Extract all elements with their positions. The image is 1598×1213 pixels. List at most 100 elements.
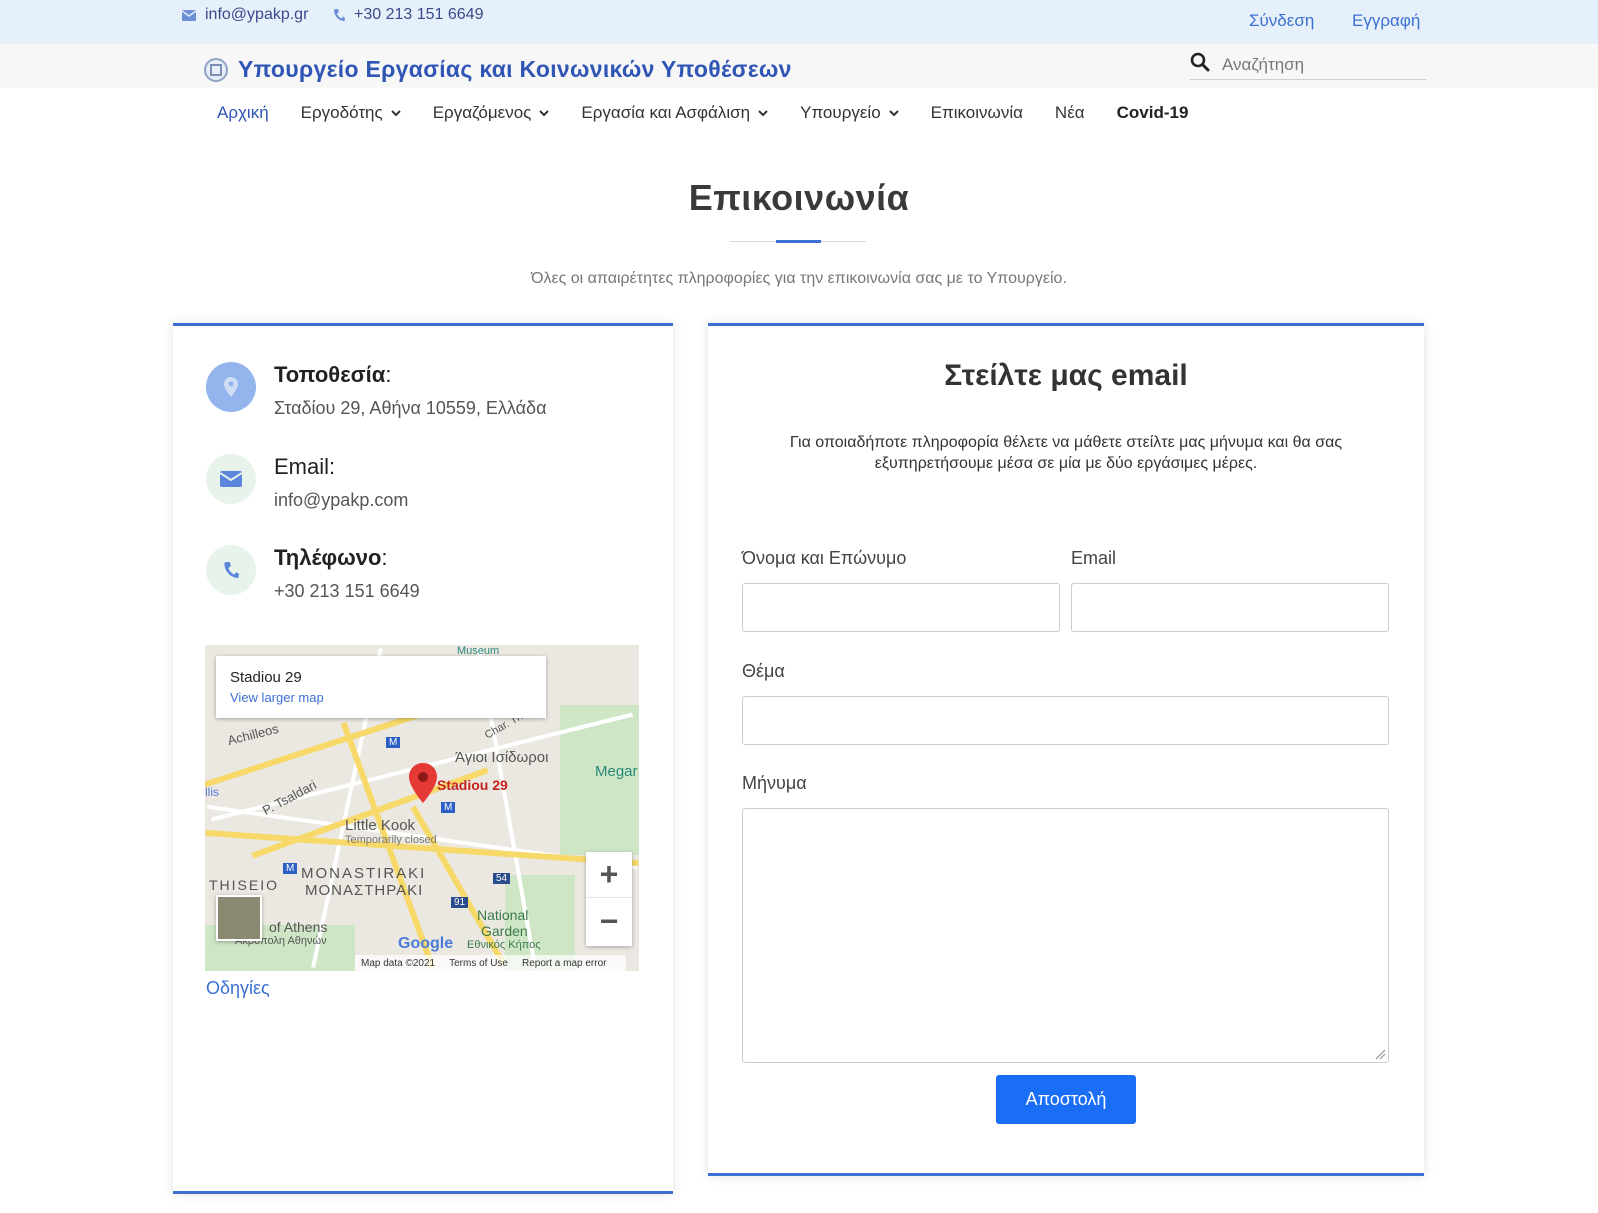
zoom-in-button[interactable]: + <box>586 852 632 898</box>
phone-value[interactable]: +30 213 151 6649 <box>274 581 420 602</box>
map-label: of Athens <box>269 919 328 935</box>
zoom-out-button[interactable]: − <box>586 898 632 944</box>
nav-label[interactable]: Επικοινωνία <box>931 103 1023 123</box>
map-info-window: Stadiou 29 View larger map <box>216 656 546 718</box>
nav-item-employer[interactable]: Εργοδότης <box>301 103 401 123</box>
terms-of-use-link[interactable]: Terms of Use <box>449 958 508 969</box>
map-label: MONASTIRAKI <box>301 865 427 882</box>
email-info: Email: info@ypakp.com <box>206 454 408 511</box>
nav-item-news[interactable]: Νέα <box>1055 103 1085 123</box>
nav-label[interactable]: Εργαζόμενος <box>433 103 532 123</box>
email-input[interactable] <box>1071 583 1389 632</box>
nav-label[interactable]: Εργοδότης <box>301 103 383 123</box>
nav-item-work-insurance[interactable]: Εργασία και Ασφάλιση <box>581 103 768 123</box>
metro-icon: M <box>283 863 298 874</box>
nav-label[interactable]: Covid-19 <box>1117 103 1189 123</box>
map-label: ΜΟΝΑΣΤΗΡΑΚΙ <box>305 882 424 899</box>
view-larger-map-link[interactable]: View larger map <box>230 690 532 705</box>
chevron-down-icon <box>758 109 768 116</box>
map-attribution: Map data ©2021 Terms of Use Report a map… <box>355 955 627 971</box>
chevron-down-icon <box>390 109 401 116</box>
email-label-text: Email <box>274 454 330 479</box>
label-colon: : <box>381 545 388 570</box>
location-icon <box>206 362 256 412</box>
message-textarea[interactable] <box>742 808 1389 1063</box>
nav-label[interactable]: Υπουργείο <box>800 103 881 123</box>
topbar-phone-text[interactable]: +30 213 151 6649 <box>354 6 483 24</box>
email-field-label: Email <box>1071 548 1117 568</box>
location-label: Τοποθεσία <box>274 362 386 387</box>
subject-input[interactable] <box>742 696 1389 745</box>
phone-circle-icon <box>206 545 256 595</box>
map-zoom-controls: + − <box>586 852 632 946</box>
map-label: llis <box>205 785 219 799</box>
search-box[interactable] <box>1190 50 1426 80</box>
satellite-toggle-button[interactable] <box>216 895 262 941</box>
search-icon[interactable] <box>1190 52 1222 77</box>
envelope-icon <box>182 9 196 21</box>
map-label: Achilleos <box>225 720 281 749</box>
form-description: Για οποιαδήποτε πληροφορία θέλετε να μάθ… <box>789 434 1343 472</box>
map-label: Garden <box>481 923 528 939</box>
map-label: Εθνικός Κήπος <box>467 939 541 951</box>
email-label: Email: <box>274 454 408 480</box>
email-value[interactable]: info@ypakp.com <box>274 490 408 511</box>
directions-link[interactable]: Οδηγίες <box>206 978 270 999</box>
register-link[interactable]: Εγγραφή <box>1352 11 1420 31</box>
map-label: Megar <box>595 763 638 780</box>
map-label: National <box>477 907 529 923</box>
envelope-icon <box>220 471 242 487</box>
form-title: Στείλτε μας email <box>944 359 1188 392</box>
phone-info: Τηλέφωνο: +30 213 151 6649 <box>206 545 420 602</box>
site-title[interactable]: Υπουργείο Εργασίας και Κοινωνικών Υποθέσ… <box>238 56 792 83</box>
map-label: THISEIO <box>209 877 280 893</box>
chevron-down-icon <box>888 109 899 116</box>
label-colon: : <box>385 362 392 387</box>
phone-icon <box>224 562 239 578</box>
nav-item-contact[interactable]: Επικοινωνία <box>931 103 1023 123</box>
page-subtitle: Όλες οι απαιρέτητες πληροφορίες για την … <box>531 270 1067 287</box>
map-route-badge: 91 <box>451 897 469 908</box>
nav-item-employee[interactable]: Εργαζόμενος <box>433 103 550 123</box>
login-link[interactable]: Σύνδεση <box>1249 11 1314 31</box>
metro-icon: M <box>441 802 456 813</box>
search-input[interactable] <box>1222 54 1422 75</box>
email-circle-icon <box>206 454 256 504</box>
nav-item-ministry[interactable]: Υπουργείο <box>800 103 899 123</box>
location-value: Σταδίου 29, Αθήνα 10559, Ελλάδα <box>274 398 547 418</box>
nav-label[interactable]: Αρχική <box>217 103 269 123</box>
map-data-text: Map data ©2021 <box>361 957 436 969</box>
map-label: Temporarily closed <box>345 834 437 846</box>
google-map[interactable]: Achilleos P. Tsaldari Char. Tri Άγιοι Ισ… <box>205 645 639 971</box>
metro-icon: M <box>386 737 401 748</box>
map-place-name: Stadiou 29 <box>230 669 302 686</box>
nav-item-home[interactable]: Αρχική <box>217 103 269 123</box>
message-label: Μήνυμα <box>742 773 807 793</box>
submit-button[interactable]: Αποστολή <box>996 1075 1136 1124</box>
map-marker-label: Stadiou 29 <box>437 777 508 793</box>
topbar-phone[interactable]: +30 213 151 6649 <box>333 6 483 24</box>
site-brand[interactable]: Υπουργείο Εργασίας και Κοινωνικών Υποθέσ… <box>204 56 792 83</box>
map-label: P. Tsaldari <box>259 777 319 818</box>
main-nav: Αρχική Εργοδότης Εργαζόμενος Εργασία και… <box>217 103 1220 123</box>
location-info: Τοποθεσία: Σταδίου 29, Αθήνα 10559, Ελλά… <box>206 362 547 419</box>
nav-label[interactable]: Εργασία και Ασφάλιση <box>581 103 750 123</box>
report-map-error-link[interactable]: Report a map error <box>522 958 606 969</box>
title-accent-bar <box>776 240 821 243</box>
page-title: Επικοινωνία <box>688 177 910 218</box>
resize-handle-icon[interactable] <box>1374 1048 1386 1060</box>
name-label: Όνομα και Επώνυμο <box>742 548 907 568</box>
map-label: Little Kook <box>345 817 416 834</box>
google-logo: Google <box>398 935 454 952</box>
topbar-email-text[interactable]: info@ypakp.gr <box>205 6 308 24</box>
nav-item-covid[interactable]: Covid-19 <box>1117 103 1189 123</box>
contact-info-card: Τοποθεσία: Σταδίου 29, Αθήνα 10559, Ελλά… <box>173 323 673 1194</box>
name-input[interactable] <box>742 583 1060 632</box>
nav-label[interactable]: Νέα <box>1055 103 1085 123</box>
phone-label: Τηλέφωνο <box>274 545 382 570</box>
map-marker-icon[interactable] <box>409 763 437 803</box>
topbar-email[interactable]: info@ypakp.gr <box>182 6 308 24</box>
label-colon: : <box>329 454 336 479</box>
chevron-down-icon <box>539 109 550 116</box>
subject-label: Θέμα <box>742 661 785 681</box>
